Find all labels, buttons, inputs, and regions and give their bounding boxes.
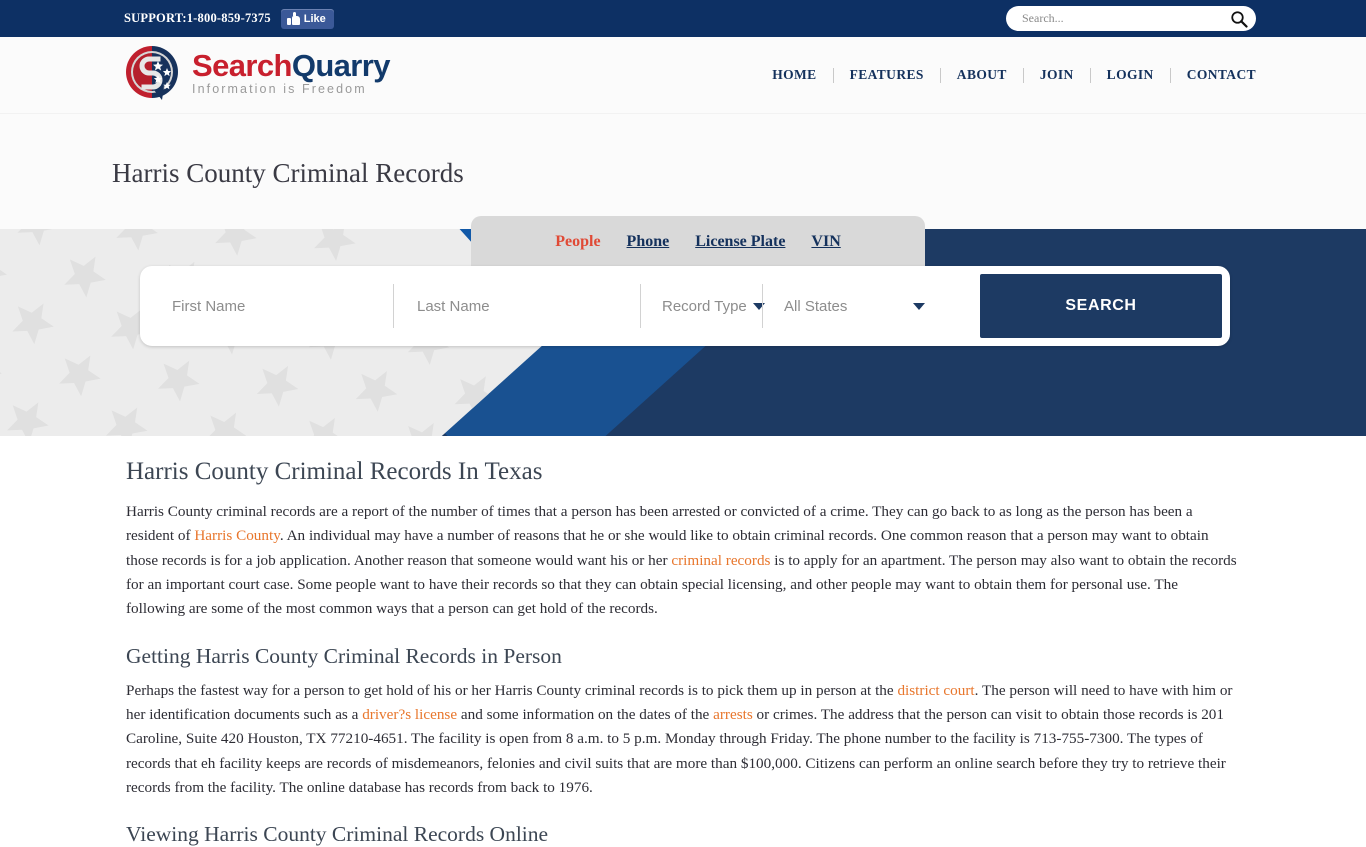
- site-logo[interactable]: SearchQuarry Information is Freedom: [124, 44, 390, 106]
- search-type-tabs: People Phone License Plate VIN: [471, 216, 925, 268]
- thumbs-up-icon: [286, 12, 300, 25]
- tab-phone[interactable]: Phone: [627, 233, 670, 251]
- support-phone: SUPPORT:1-800-859-7375: [124, 11, 271, 25]
- article-body: Harris County Criminal Records In Texas …: [0, 436, 1366, 847]
- site-search-box[interactable]: [1006, 6, 1256, 31]
- chevron-down-icon: [913, 302, 925, 310]
- site-header: SearchQuarry Information is Freedom HOME…: [0, 37, 1366, 114]
- nav-item-contact[interactable]: CONTACT: [1171, 67, 1272, 83]
- nav-item-home[interactable]: HOME: [756, 67, 832, 83]
- facebook-like-label: Like: [303, 12, 326, 25]
- link-district-court[interactable]: district court: [897, 682, 974, 699]
- p2-text-a: Perhaps the fastest way for a person to …: [126, 681, 898, 699]
- search-icon[interactable]: [1230, 10, 1248, 28]
- tab-vin[interactable]: VIN: [811, 233, 840, 251]
- state-dropdown[interactable]: All States: [762, 274, 947, 338]
- nav-item-login[interactable]: LOGIN: [1091, 67, 1170, 83]
- search-button[interactable]: SEARCH: [980, 274, 1222, 338]
- nav-item-join[interactable]: JOIN: [1024, 67, 1090, 83]
- p2-text-c: and some information on the dates of the: [457, 705, 714, 723]
- nav-item-about[interactable]: ABOUT: [941, 67, 1023, 83]
- state-label: All States: [784, 297, 848, 315]
- facebook-like-button[interactable]: Like: [280, 8, 334, 29]
- tab-people[interactable]: People: [555, 233, 600, 251]
- nav-item-features[interactable]: FEATURES: [834, 67, 940, 83]
- article-subheading-2: Viewing Harris County Criminal Records O…: [126, 822, 549, 847]
- link-harris-county[interactable]: Harris County: [194, 527, 280, 544]
- record-type-dropdown[interactable]: Record Type: [640, 274, 765, 338]
- link-drivers-license[interactable]: driver?s license: [362, 706, 457, 723]
- logo-word-quarry: Quarry: [291, 48, 391, 84]
- article-paragraph-2: Perhaps the fastest way for a person to …: [126, 679, 1240, 800]
- article-heading: Harris County Criminal Records In Texas: [126, 458, 543, 486]
- first-name-input[interactable]: [170, 296, 371, 316]
- logo-wordmark: SearchQuarry: [192, 50, 390, 81]
- logo-tagline: Information is Freedom: [192, 82, 367, 97]
- last-name-field[interactable]: [393, 274, 640, 338]
- page-title: Harris County Criminal Records: [112, 158, 464, 189]
- tab-license-plate[interactable]: License Plate: [695, 233, 785, 251]
- first-name-field[interactable]: [148, 274, 393, 338]
- logo-word-search: Search: [192, 48, 292, 84]
- article-subheading-1: Getting Harris County Criminal Records i…: [126, 643, 562, 668]
- searchquarry-logo-icon: [126, 46, 178, 100]
- record-type-label: Record Type: [662, 297, 747, 315]
- link-arrests[interactable]: arrests: [713, 706, 753, 723]
- search-input[interactable]: [1020, 10, 1230, 27]
- page-title-section: Harris County Criminal Records: [0, 114, 1366, 230]
- article-paragraph-1: Harris County criminal records are a rep…: [126, 500, 1240, 621]
- top-utility-bar: SUPPORT:1-800-859-7375 Like: [0, 0, 1366, 37]
- main-navigation: HOME FEATURES ABOUT JOIN LOGIN CONTACT: [756, 67, 1272, 83]
- last-name-input[interactable]: [415, 296, 618, 316]
- people-search-form: Record Type All States SEARCH: [140, 266, 1230, 346]
- link-criminal-records[interactable]: criminal records: [671, 552, 770, 569]
